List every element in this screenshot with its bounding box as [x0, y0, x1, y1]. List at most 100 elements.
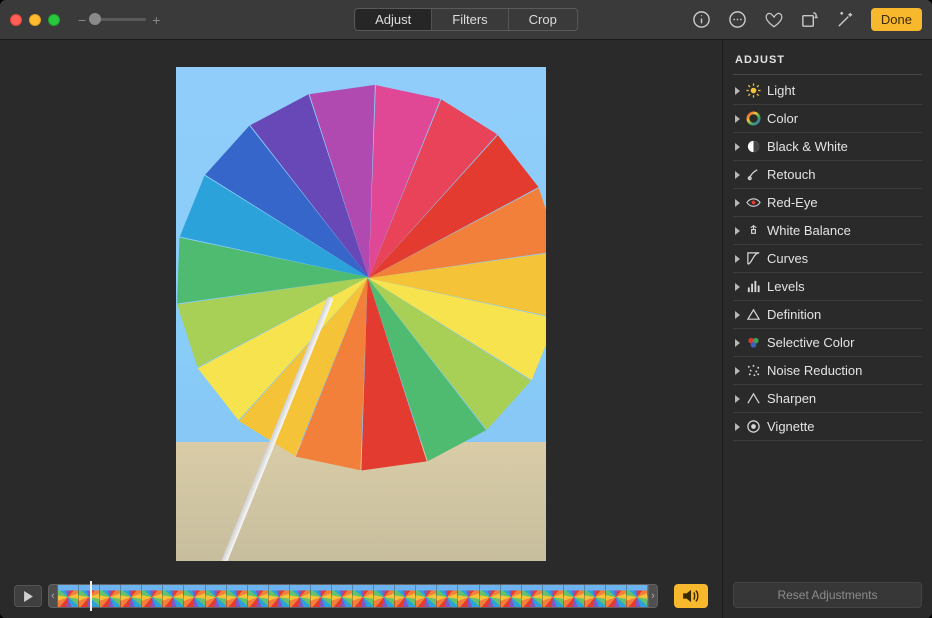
adjust-item-label: Levels	[767, 279, 805, 294]
adjust-list: Light Color Black & White Retouch Red-Eye Whi…	[733, 77, 922, 582]
filmstrip-thumb[interactable]	[501, 585, 522, 607]
adjust-item-label: Light	[767, 83, 795, 98]
filmstrip-thumb[interactable]	[142, 585, 163, 607]
adjust-item-definition[interactable]: Definition	[733, 301, 922, 329]
tab-filters[interactable]: Filters	[432, 9, 508, 30]
chevron-right-icon	[735, 423, 740, 431]
filmstrip-thumb[interactable]	[248, 585, 269, 607]
adjust-item-sharpen[interactable]: Sharpen	[733, 385, 922, 413]
bw-icon	[746, 139, 761, 154]
zoom-track[interactable]	[92, 18, 146, 21]
filmstrip-thumb[interactable]	[290, 585, 311, 607]
chevron-right-icon	[735, 115, 740, 123]
adjust-item-white-balance[interactable]: White Balance	[733, 217, 922, 245]
rotate-icon[interactable]	[799, 9, 821, 31]
chevron-right-icon	[735, 227, 740, 235]
chevron-right-icon	[735, 171, 740, 179]
chevron-right-icon	[735, 87, 740, 95]
filmstrip-thumb[interactable]	[311, 585, 332, 607]
reset-adjustments-button[interactable]: Reset Adjustments	[733, 582, 922, 608]
filmstrip-track[interactable]: ‹ ›	[48, 584, 658, 608]
adjust-item-label: Black & White	[767, 139, 848, 154]
zoom-slider[interactable]: − +	[78, 12, 160, 28]
color-icon	[746, 111, 761, 126]
filmstrip-thumb[interactable]	[522, 585, 543, 607]
chevron-right-icon	[735, 283, 740, 291]
adjust-item-label: Retouch	[767, 167, 815, 182]
zoom-out-icon: −	[78, 12, 86, 28]
adjust-item-retouch[interactable]: Retouch	[733, 161, 922, 189]
zoom-in-icon: +	[152, 12, 160, 28]
filmstrip-thumb[interactable]	[353, 585, 374, 607]
filmstrip-thumb[interactable]	[437, 585, 458, 607]
adjust-item-color[interactable]: Color	[733, 105, 922, 133]
fullscreen-window-button[interactable]	[48, 14, 60, 26]
adjust-item-selective-color[interactable]: Selective Color	[733, 329, 922, 357]
filmstrip-thumb[interactable]	[606, 585, 627, 607]
adjust-item-noise-reduction[interactable]: Noise Reduction	[733, 357, 922, 385]
filmstrip-thumb[interactable]	[585, 585, 606, 607]
window-controls	[10, 14, 78, 26]
selective-icon	[746, 335, 761, 350]
auto-enhance-icon[interactable]	[835, 9, 857, 31]
minimize-window-button[interactable]	[29, 14, 41, 26]
adjust-item-label: Red-Eye	[767, 195, 818, 210]
chevron-right-icon	[735, 367, 740, 375]
filmstrip-thumb[interactable]	[206, 585, 227, 607]
trim-handle-start[interactable]: ‹	[48, 584, 58, 608]
filmstrip-thumb[interactable]	[121, 585, 142, 607]
filmstrip-thumb[interactable]	[269, 585, 290, 607]
chevron-right-icon	[735, 199, 740, 207]
chevron-right-icon	[735, 395, 740, 403]
adjust-item-label: Selective Color	[767, 335, 854, 350]
adjust-item-label: Curves	[767, 251, 808, 266]
redeye-icon	[746, 195, 761, 210]
filmstrip-thumb[interactable]	[374, 585, 395, 607]
adjust-item-light[interactable]: Light	[733, 77, 922, 105]
filmstrip-thumb[interactable]	[564, 585, 585, 607]
close-window-button[interactable]	[10, 14, 22, 26]
trim-handle-end[interactable]: ›	[648, 584, 658, 608]
more-icon[interactable]	[727, 9, 749, 31]
filmstrip-thumb[interactable]	[332, 585, 353, 607]
filmstrip-thumb[interactable]	[163, 585, 184, 607]
filmstrip-thumb[interactable]	[480, 585, 501, 607]
noise-icon	[746, 363, 761, 378]
filmstrip-thumbs[interactable]	[58, 584, 648, 608]
zoom-knob[interactable]	[89, 13, 101, 25]
adjust-item-red-eye[interactable]: Red-Eye	[733, 189, 922, 217]
filmstrip-thumb[interactable]	[627, 585, 648, 607]
favorite-icon[interactable]	[763, 9, 785, 31]
done-button[interactable]: Done	[871, 8, 922, 31]
filmstrip-thumb[interactable]	[227, 585, 248, 607]
play-button[interactable]	[14, 585, 42, 607]
adjust-item-vignette[interactable]: Vignette	[733, 413, 922, 441]
audio-toggle-button[interactable]	[674, 584, 708, 608]
vignette-icon	[746, 419, 761, 434]
toolbar-right: Done	[691, 8, 922, 31]
adjust-item-label: Color	[767, 111, 798, 126]
adjust-item-label: Vignette	[767, 419, 814, 434]
filmstrip-thumb[interactable]	[58, 585, 79, 607]
tab-adjust[interactable]: Adjust	[355, 9, 432, 30]
filmstrip-thumb[interactable]	[100, 585, 121, 607]
filmstrip-thumb[interactable]	[458, 585, 479, 607]
chevron-right-icon	[735, 339, 740, 347]
adjust-panel-title: ADJUST	[733, 54, 922, 66]
tab-crop[interactable]: Crop	[509, 9, 577, 30]
photo-preview[interactable]	[176, 67, 546, 561]
adjust-item-black-white[interactable]: Black & White	[733, 133, 922, 161]
filmstrip-thumb[interactable]	[416, 585, 437, 607]
filmstrip-thumb[interactable]	[395, 585, 416, 607]
playhead[interactable]	[90, 581, 92, 611]
definition-icon	[746, 307, 761, 322]
adjust-item-levels[interactable]: Levels	[733, 273, 922, 301]
photo-umbrella	[176, 67, 546, 497]
adjust-item-label: Definition	[767, 307, 821, 322]
adjust-item-label: Noise Reduction	[767, 363, 862, 378]
info-icon[interactable]	[691, 9, 713, 31]
filmstrip-thumb[interactable]	[184, 585, 205, 607]
filmstrip-thumb[interactable]	[543, 585, 564, 607]
adjust-item-curves[interactable]: Curves	[733, 245, 922, 273]
canvas-area	[0, 40, 722, 582]
